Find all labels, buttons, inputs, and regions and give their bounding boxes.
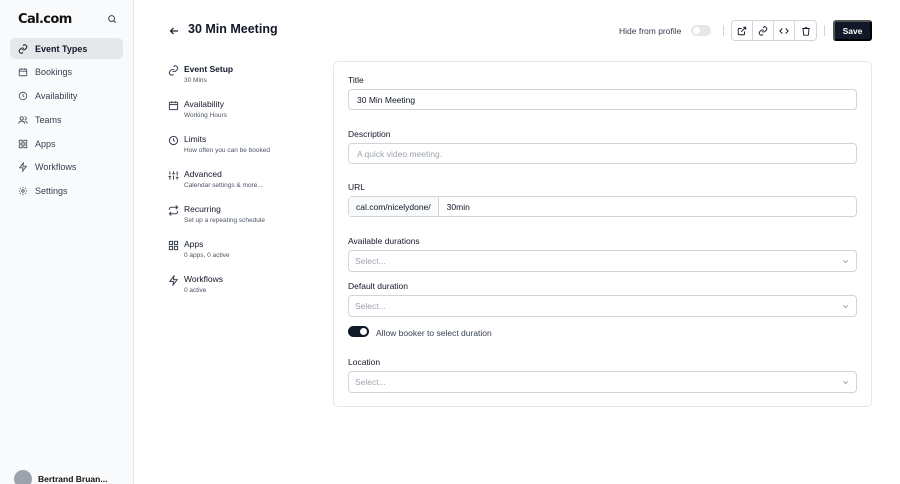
sidebar: Cal.com Event Types Bookings Availabilit…	[0, 0, 134, 484]
select-placeholder: Select...	[355, 301, 386, 311]
sidebar-item-settings[interactable]: Settings	[10, 181, 123, 202]
step-title: Event Setup	[184, 64, 234, 74]
link-icon	[168, 65, 179, 76]
title-input[interactable]: 30 Min Meeting	[348, 89, 857, 110]
description-label: Description	[348, 129, 391, 139]
step-description: 0 apps, 0 active	[184, 252, 230, 259]
step-title: Recurring	[184, 204, 221, 214]
calendar-icon	[18, 67, 28, 77]
preview-button[interactable]	[732, 21, 753, 40]
sidebar-item-label: Event Types	[35, 43, 88, 54]
main-content: 30 Min Meeting Hide from profile Save Ev…	[134, 0, 900, 484]
select-placeholder: Select...	[355, 377, 386, 387]
url-prefix: cal.com/nicelydone/	[349, 197, 439, 216]
sidebar-item-apps[interactable]: Apps	[10, 133, 123, 154]
event-steps-nav: Event Setup 30 Mins Availability Working H…	[168, 64, 318, 309]
clock-icon	[18, 91, 28, 101]
avatar	[14, 470, 32, 484]
select-placeholder: Select...	[355, 256, 386, 266]
step-title: Limits	[184, 134, 207, 144]
default-duration-label: Default duration	[348, 281, 409, 291]
zap-icon	[18, 162, 28, 173]
link-icon	[18, 43, 28, 54]
step-title: Advanced	[184, 169, 222, 179]
step-event-setup[interactable]: Event Setup 30 Mins	[168, 64, 318, 84]
repeat-icon	[168, 205, 179, 216]
sidebar-item-label: Settings	[35, 186, 68, 197]
step-apps[interactable]: Apps 0 apps, 0 active	[168, 239, 318, 259]
step-limits[interactable]: Limits How often you can be booked	[168, 134, 318, 154]
delete-button[interactable]	[795, 21, 816, 40]
clock-icon	[168, 135, 179, 146]
url-slug-input[interactable]: 30min	[439, 202, 470, 212]
step-description: 0 active	[184, 287, 207, 294]
action-button-group	[731, 20, 817, 41]
sidebar-item-teams[interactable]: Teams	[10, 109, 123, 130]
available-durations-label: Available durations	[348, 236, 420, 246]
description-input[interactable]: A quick video meeting.	[348, 143, 857, 164]
page-title: 30 Min Meeting	[188, 22, 278, 36]
sidebar-item-label: Workflows	[35, 162, 77, 173]
user-menu[interactable]: Bertrand Bruan...	[14, 470, 107, 484]
hide-from-profile-toggle[interactable]	[691, 25, 711, 36]
users-icon	[18, 115, 28, 125]
step-description: Calendar settings & more...	[184, 182, 263, 189]
copy-link-button[interactable]	[753, 21, 774, 40]
code-icon	[779, 27, 789, 34]
default-duration-select[interactable]: Select...	[348, 295, 857, 317]
sidebar-item-workflows[interactable]: Workflows	[10, 157, 123, 178]
embed-button[interactable]	[774, 21, 795, 40]
location-select[interactable]: Select...	[348, 371, 857, 393]
url-label: URL	[348, 182, 366, 192]
sidebar-item-label: Teams	[35, 114, 62, 125]
title-label: Title	[348, 75, 364, 85]
allow-booker-duration-label: Allow booker to select duration	[376, 328, 492, 338]
cal-logo: Cal.com	[18, 11, 72, 27]
step-availability[interactable]: Availability Working Hours	[168, 99, 318, 119]
allow-booker-duration-toggle[interactable]	[348, 326, 369, 337]
zap-icon	[168, 275, 179, 286]
external-link-icon	[737, 26, 747, 35]
sidebar-item-label: Apps	[35, 138, 56, 149]
step-title: Workflows	[184, 274, 224, 284]
location-label: Location	[348, 357, 381, 367]
grid-icon	[18, 139, 28, 149]
sidebar-item-availability[interactable]: Availability	[10, 86, 123, 107]
step-description: 30 Mins	[184, 77, 207, 84]
sliders-icon	[168, 170, 179, 181]
link-icon	[758, 25, 768, 36]
step-recurring[interactable]: Recurring Set up a repeating schedule	[168, 204, 318, 224]
hide-from-profile-label: Hide from profile	[619, 26, 682, 36]
chevron-down-icon	[842, 259, 849, 263]
sidebar-item-label: Bookings	[35, 67, 73, 78]
divider	[824, 25, 825, 36]
step-title: Apps	[184, 239, 204, 249]
sidebar-item-event-types[interactable]: Event Types	[10, 38, 123, 59]
step-title: Availability	[184, 99, 225, 109]
divider	[723, 25, 724, 36]
calendar-icon	[168, 100, 179, 111]
event-setup-form: Title 30 Min Meeting Description A quick…	[333, 61, 872, 407]
grid-icon	[168, 240, 179, 251]
step-workflows[interactable]: Workflows 0 active	[168, 274, 318, 294]
search-icon[interactable]	[103, 10, 121, 28]
sidebar-item-label: Availability	[35, 91, 78, 102]
brand-row: Cal.com	[10, 0, 123, 38]
trash-icon	[801, 26, 810, 36]
save-button[interactable]: Save	[833, 20, 872, 41]
step-description: Working Hours	[184, 112, 227, 119]
back-arrow-icon[interactable]	[168, 24, 180, 36]
sidebar-nav: Event Types Bookings Availability Teams …	[10, 38, 123, 202]
user-name: Bertrand Bruan...	[38, 474, 108, 484]
chevron-down-icon	[842, 380, 849, 384]
chevron-down-icon	[842, 304, 849, 308]
step-advanced[interactable]: Advanced Calendar settings & more...	[168, 169, 318, 189]
sidebar-item-bookings[interactable]: Bookings	[10, 62, 123, 83]
step-description: How often you can be booked	[184, 147, 271, 154]
gear-icon	[18, 186, 28, 196]
available-durations-select[interactable]: Select...	[348, 250, 857, 272]
url-field[interactable]: cal.com/nicelydone/ 30min	[348, 196, 857, 217]
step-description: Set up a repeating schedule	[184, 217, 265, 224]
